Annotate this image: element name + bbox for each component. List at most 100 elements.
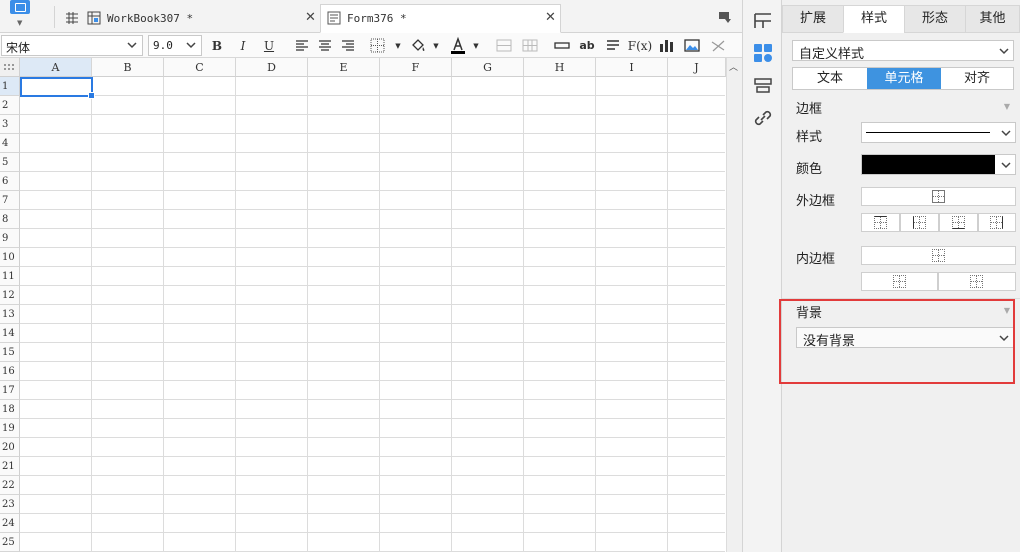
widget-settings-icon[interactable] [751,74,775,98]
chart-icon[interactable] [656,36,676,55]
inner-horizontal-button[interactable] [861,272,938,291]
row-header[interactable]: 5 [0,153,20,172]
subtab-text[interactable]: 文本 [793,68,867,89]
row-header[interactable]: 22 [0,476,20,495]
column-header[interactable]: E [308,58,380,77]
tab-style[interactable]: 样式 [843,5,905,33]
split-cells-icon[interactable] [520,36,540,55]
subtab-cell[interactable]: 单元格 [867,68,941,89]
column-header[interactable]: B [92,58,164,77]
align-left-icon[interactable] [292,36,312,55]
row-header[interactable]: 24 [0,514,20,533]
align-center-icon[interactable] [315,36,335,55]
select-all-corner[interactable] [0,58,20,77]
border-left-button[interactable] [900,213,939,232]
close-icon[interactable]: ✕ [305,10,316,25]
tab-form[interactable]: Form376 * ✕ [320,4,561,33]
column-header[interactable]: F [380,58,452,77]
column-header[interactable]: C [164,58,236,77]
link-icon[interactable] [751,106,775,130]
insert-row-icon[interactable] [552,36,572,55]
merge-cells-icon[interactable] [494,36,514,55]
cell-grid[interactable] [20,77,725,552]
chevron-down-icon[interactable]: ▼ [466,36,486,55]
spreadsheet[interactable]: A B C D E F G H I J 1 2 3 4 5 6 7 8 9 10… [0,58,742,552]
align-right-icon[interactable] [338,36,358,55]
row-header[interactable]: 6 [0,172,20,191]
new-file-icon [10,0,30,14]
font-family-select[interactable]: 宋体 [1,35,143,56]
tab-list-icon[interactable] [717,10,731,24]
column-header[interactable]: A [20,58,92,77]
row-header[interactable]: 1 [0,77,20,96]
row-header[interactable]: 11 [0,267,20,286]
tab-widget[interactable]: 形态 [904,5,966,33]
row-header[interactable]: 18 [0,400,20,419]
image-icon[interactable] [682,36,702,55]
cell-attribute-icon[interactable] [751,41,775,65]
row-header[interactable]: 8 [0,210,20,229]
new-file-button[interactable]: ▼ [0,0,42,33]
font-size-select[interactable]: 9.0 [148,35,202,56]
border-icon[interactable] [368,36,388,55]
border-inner-icon [931,248,945,262]
border-top-button[interactable] [861,213,900,232]
style-type-select[interactable]: 自定义样式 [792,40,1014,62]
panel-tabs: 扩展 样式 形态 其他 [782,5,1020,33]
vertical-scrollbar[interactable]: ︿ [726,58,742,552]
bold-button[interactable]: B [207,36,227,55]
inner-vertical-button[interactable] [938,272,1016,291]
border-style-select[interactable] [861,122,1016,143]
row-header[interactable]: 15 [0,343,20,362]
row-header[interactable]: 12 [0,286,20,305]
tab-expand[interactable]: 扩展 [782,5,844,33]
row-header[interactable]: 14 [0,324,20,343]
border-color-select[interactable] [861,154,1016,175]
eraser-icon[interactable] [708,36,728,55]
chevron-down-icon[interactable]: ▼ [426,36,446,55]
outer-border-all-button[interactable] [861,187,1016,206]
border-right-button[interactable] [978,213,1016,232]
row-header[interactable]: 25 [0,533,20,552]
row-header[interactable]: 2 [0,96,20,115]
font-family-value: 宋体 [6,41,31,55]
border-bottom-button[interactable] [939,213,978,232]
row-header[interactable]: 19 [0,419,20,438]
text-format-icon[interactable]: ab [577,36,597,55]
tab-other[interactable]: 其他 [965,5,1020,33]
row-header[interactable]: 17 [0,381,20,400]
row-header[interactable]: 7 [0,191,20,210]
row-header[interactable]: 10 [0,248,20,267]
row-header[interactable]: 23 [0,495,20,514]
row-header[interactable]: 9 [0,229,20,248]
border-all-icon [931,189,945,203]
border-color-label: 颜色 [796,162,823,177]
text-color-icon[interactable] [448,36,468,55]
chevron-up-icon[interactable]: ︿ [729,60,738,73]
inner-border-all-button[interactable] [861,246,1016,265]
chevron-down-icon[interactable]: ▼ [388,36,408,55]
close-icon[interactable]: ✕ [545,10,556,25]
underline-button[interactable]: U [259,36,279,55]
formula-icon[interactable]: F(x) [628,36,652,55]
selected-cell[interactable] [20,77,95,99]
collapse-icon[interactable]: ▼ [1004,102,1010,111]
italic-button[interactable]: I [233,36,253,55]
fill-color-icon[interactable] [408,36,428,55]
row-header[interactable]: 21 [0,457,20,476]
row-header[interactable]: 13 [0,305,20,324]
subtab-align[interactable]: 对齐 [941,68,1013,89]
cell-element-icon[interactable] [751,9,775,33]
row-header[interactable]: 3 [0,115,20,134]
chevron-down-icon [1001,130,1011,137]
column-header[interactable]: D [236,58,308,77]
column-header[interactable]: I [596,58,668,77]
row-header[interactable]: 4 [0,134,20,153]
wrap-text-icon[interactable] [603,36,623,55]
row-header[interactable]: 16 [0,362,20,381]
tab-workbook[interactable]: WorkBook307 * ✕ [58,4,320,33]
row-header[interactable]: 20 [0,438,20,457]
column-header[interactable]: H [524,58,596,77]
column-header[interactable]: J [668,58,726,77]
column-header[interactable]: G [452,58,524,77]
